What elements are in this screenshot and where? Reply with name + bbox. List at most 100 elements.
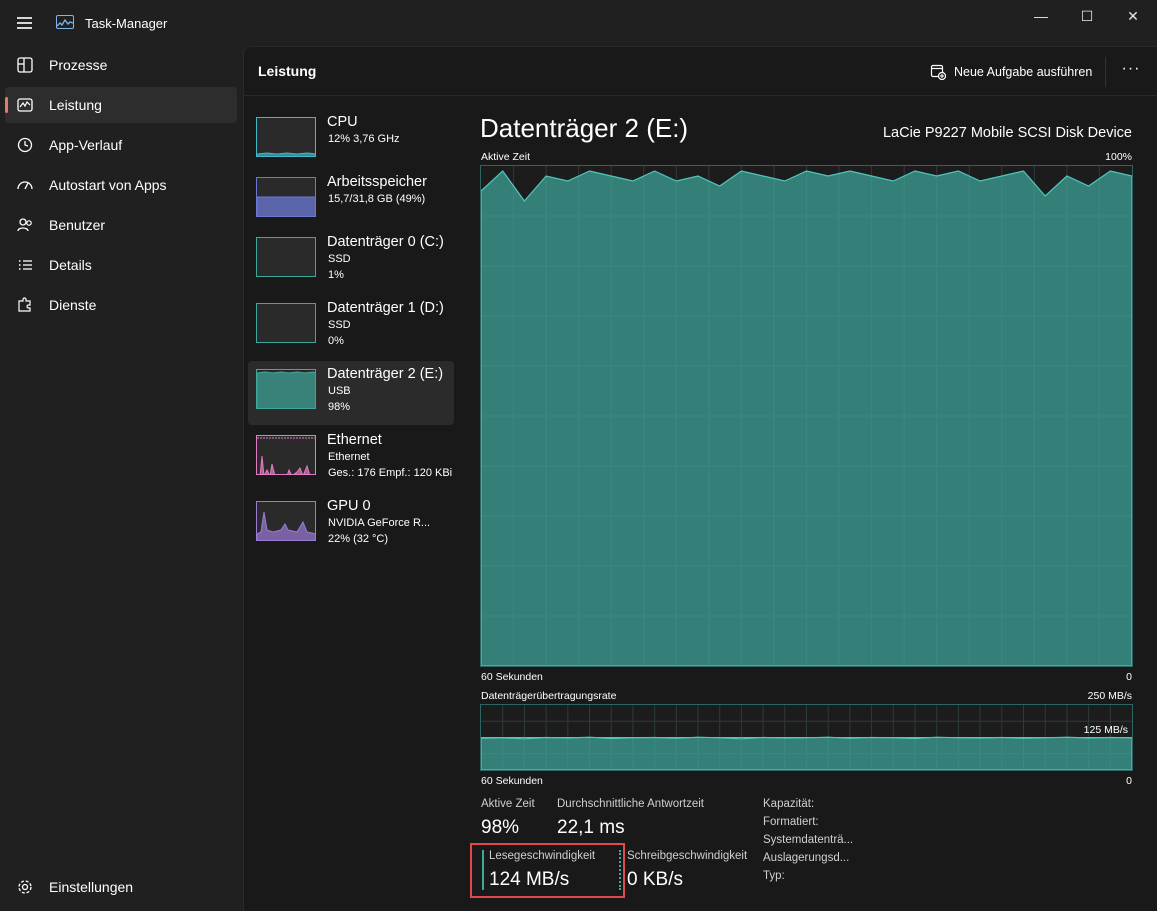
device-detail-line2: 1% [328,269,344,281]
sidebar-item-benutzer[interactable]: Benutzer [5,207,237,243]
active-time-chart-label: Aktive Zeit [481,151,531,163]
device-name: Datenträger 2 (E:) [327,366,444,382]
page-title: Leistung [258,63,317,79]
transfer-chart-label: Datenträgerübertragungsrate [481,690,617,702]
sidebar-item-autostart[interactable]: Autostart von Apps [5,167,237,203]
device-detail-line1: NVIDIA GeForce R... [328,517,431,529]
write-speed-label: Schreibgeschwindigkeit [627,850,748,862]
sidebar-item-einstellungen[interactable]: Einstellungen [5,869,237,905]
device-item-0[interactable]: CPU 12% 3,76 GHz [248,109,454,173]
maximize-button[interactable]: ☐ [1064,0,1110,32]
settings-gear-icon [18,880,32,894]
device-detail-line1: SSD [328,319,351,331]
hamburger-menu-icon[interactable] [14,12,36,34]
active-time-chart [480,165,1133,667]
sidebar-item-prozesse[interactable]: Prozesse [5,47,237,83]
sidebar-item-label: Details [49,257,92,273]
sidebar-item-label: Prozesse [49,57,108,73]
sidebar-item-label: Dienste [49,297,97,313]
active-time-chart-max: 100% [1105,151,1132,163]
write-speed-value: 0 KB/s [627,869,683,890]
task-manager-app-icon [56,15,74,29]
device-thumbnail [256,435,316,475]
device-item-4[interactable]: Datenträger 2 (E:) USB 98% [248,361,454,425]
device-thumbnail [256,303,316,343]
device-name: CPU [327,114,358,130]
active-time-stat-value: 98% [481,817,520,838]
processes-grid-icon [17,57,33,73]
device-detail-line2: 0% [328,335,344,347]
app-title: Task-Manager [85,16,168,31]
device-detail-line1: 15,7/31,8 GB (49%) [328,193,426,205]
sidebar: Prozesse Leistung App-Verlauf Autostart … [0,46,243,911]
device-item-3[interactable]: Datenträger 1 (D:) SSD 0% [248,295,454,359]
transfer-chart-timespan: 60 Sekunden [481,775,543,787]
read-speed-highlight-box [470,843,625,898]
type-label: Typ: [763,870,785,882]
device-detail-line1: 12% 3,76 GHz [328,133,400,145]
sidebar-item-details[interactable]: Details [5,247,237,283]
device-name: Ethernet [327,432,382,448]
close-button[interactable]: ✕ [1110,0,1156,32]
sidebar-item-leistung[interactable]: Leistung [5,87,237,123]
device-thumbnail [256,177,316,217]
series-area [481,736,1132,770]
system-disk-label: Systemdatenträ... [763,834,854,846]
device-thumbnail [256,369,316,409]
active-time-chart-timespan: 60 Sekunden [481,671,543,683]
capacity-label: Kapazität: [763,798,815,810]
device-detail-line1: SSD [328,253,351,265]
sidebar-item-label: App-Verlauf [49,137,123,153]
device-thumbnail [256,117,316,157]
sidebar-item-label: Leistung [49,97,102,113]
more-options-button[interactable]: ··· [1114,59,1148,85]
device-item-2[interactable]: Datenträger 0 (C:) SSD 1% [248,229,454,293]
transfer-chart-min: 0 [1126,775,1132,787]
sidebar-item-app-verlauf[interactable]: App-Verlauf [5,127,237,163]
new-task-button[interactable]: Neue Aufgabe ausführen [930,59,1092,85]
new-task-icon [930,64,946,80]
detail-title: Datenträger 2 (E:) [480,113,689,143]
active-time-chart-min: 0 [1126,671,1132,683]
details-list-icon [19,260,32,270]
device-model-name: LaCie P9227 Mobile SCSI Disk Device [882,125,1132,141]
device-detail-line2: Ges.: 176 Empf.: 120 KBi [328,467,453,479]
main-panel: Leistung Neue Aufgabe ausführen ··· CPU 1… [243,46,1157,911]
response-time-stat-value: 22,1 ms [557,817,625,838]
main-header: Leistung Neue Aufgabe ausführen ··· [244,47,1157,96]
device-name: Datenträger 1 (D:) [327,300,444,316]
series-area [481,170,1132,666]
formatted-label: Formatiert: [763,816,819,828]
transfer-chart-max: 250 MB/s [1087,690,1132,702]
device-detail-line2: 98% [328,401,351,413]
transfer-rate-chart-svg [481,705,1132,770]
history-clock-icon [17,137,33,153]
device-detail-line2: 22% (32 °C) [328,533,389,545]
new-task-label: Neue Aufgabe ausführen [954,65,1093,79]
device-detail-line1: Ethernet [328,451,370,463]
paging-file-label: Auslagerungsd... [763,852,850,864]
sidebar-item-label: Autostart von Apps [49,177,167,193]
title-bar: Task-Manager — ☐ ✕ [0,0,1157,46]
transfer-chart-mid: 125 MB/s [1083,724,1128,736]
sidebar-item-label: Einstellungen [49,879,134,895]
device-name: GPU 0 [327,498,371,514]
sidebar-item-label: Benutzer [49,217,106,233]
active-time-chart-svg [481,166,1132,666]
active-time-stat-label: Aktive Zeit [481,798,535,810]
device-item-5[interactable]: Ethernet Ethernet Ges.: 176 Empf.: 120 KBi [248,427,454,491]
device-detail-line1: USB [328,385,351,397]
device-item-6[interactable]: GPU 0 NVIDIA GeForce R... 22% (32 °C) [248,493,454,557]
sidebar-item-dienste[interactable]: Dienste [5,287,237,323]
startup-gauge-icon [17,181,33,190]
services-puzzle-icon [18,297,31,312]
device-thumbnail [256,237,316,277]
device-name: Arbeitsspeicher [327,174,427,190]
header-separator [1105,57,1106,87]
minimize-button[interactable]: — [1018,0,1064,32]
device-thumbnail [256,501,316,541]
performance-chart-icon [17,98,33,112]
device-item-1[interactable]: Arbeitsspeicher 15,7/31,8 GB (49%) [248,169,454,233]
users-icon [17,218,32,232]
device-name: Datenträger 0 (C:) [327,234,444,250]
